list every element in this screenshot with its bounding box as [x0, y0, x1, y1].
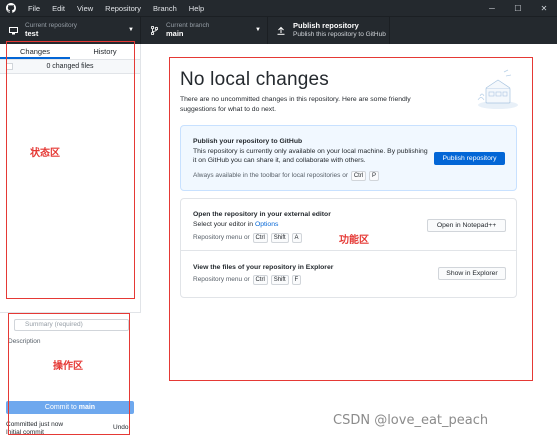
commit-button[interactable]: Commit to main [6, 401, 134, 414]
menu-file[interactable]: File [22, 4, 46, 13]
menu-edit[interactable]: Edit [46, 4, 71, 13]
function-area-label: 功能区 [339, 235, 369, 246]
menu-repository[interactable]: Repository [99, 4, 147, 13]
menu-view[interactable]: View [71, 4, 99, 13]
description-placeholder: Description [8, 338, 41, 345]
editor-heading: Open the repository in your external edi… [193, 211, 331, 218]
publish-card: Publish your repository to GitHub This r… [180, 125, 517, 191]
editor-select-prefix: Select your editor in [193, 221, 255, 228]
last-commit-message: Initial commit [6, 429, 44, 436]
publish-card-hint: Always available in the toolbar for loca… [193, 171, 379, 181]
editor-hint-text: Repository menu or [193, 234, 250, 241]
current-branch-dropdown[interactable]: Current branch main ▼ [141, 17, 268, 44]
minimize-icon[interactable]: ─ [479, 0, 505, 16]
publish-title: Publish repository [293, 21, 359, 31]
actions-card: Open the repository in your external edi… [180, 198, 517, 298]
sidebar-tabs: Changes History [0, 44, 140, 60]
changed-files-count: 0 changed files [46, 63, 94, 70]
publish-card-heading: Publish your repository to GitHub [193, 138, 303, 145]
publish-card-body: This repository is currently only availa… [193, 148, 428, 164]
kbd-ctrl: Ctrl [252, 275, 268, 285]
chevron-down-icon: ▼ [128, 27, 134, 33]
publish-repository-button[interactable]: Publish repository Publish this reposito… [268, 17, 390, 44]
show-in-explorer-button[interactable]: Show in Explorer [438, 267, 506, 280]
options-link[interactable]: Options [255, 221, 278, 228]
open-in-editor-button[interactable]: Open in Notepad++ [427, 219, 506, 232]
publish-subtitle: Publish this repository to GitHub [293, 31, 386, 39]
last-commit-time: Committed just now [6, 421, 64, 428]
watermark: CSDN @love_eat_peach [333, 413, 489, 428]
tab-history[interactable]: History [70, 44, 140, 59]
close-icon[interactable]: ✕ [531, 0, 557, 16]
commit-area: Summary (required) Description Commit to… [0, 312, 141, 442]
repo-name: test [25, 28, 39, 38]
intro-text: There are no uncommitted changes in this… [180, 96, 411, 113]
changed-files-header: 0 changed files [0, 60, 140, 74]
menu-bar: File Edit View Repository Branch Help [22, 0, 210, 16]
menu-help[interactable]: Help [183, 4, 210, 13]
kbd-f: F [291, 275, 302, 285]
branch-icon [147, 26, 161, 35]
page-title: No local changes [180, 69, 329, 90]
branch-name: main [166, 28, 184, 38]
window-controls: ─ ☐ ✕ [479, 0, 557, 16]
commit-button-branch: main [78, 404, 96, 411]
publish-hint-text: Always available in the toolbar for loca… [193, 172, 348, 179]
operation-area-label: 操作区 [53, 361, 83, 372]
publish-repository-card-button[interactable]: Publish repository [434, 152, 505, 165]
sidebar: Changes History 0 changed files Summary … [0, 44, 141, 442]
monitor-icon [6, 26, 20, 35]
toolbar: Current repository test ▼ Current branch… [0, 16, 557, 44]
menu-branch[interactable]: Branch [147, 4, 183, 13]
status-area-label: 状态区 [30, 148, 60, 159]
last-commit-info: Committed just now Initial commit [6, 421, 63, 437]
editor-menu-hint: Repository menu or Ctrl Shift A [193, 233, 302, 243]
upload-icon [274, 26, 288, 35]
explorer-hint-text: Repository menu or [193, 276, 250, 283]
kbd-shift: Shift [270, 233, 289, 243]
tab-changes[interactable]: Changes [0, 44, 70, 59]
kbd-a: A [291, 233, 302, 243]
explorer-menu-hint: Repository menu or Ctrl Shift F [193, 275, 302, 285]
editor-select-text: Select your editor in Options [193, 221, 278, 228]
kbd-ctrl: Ctrl [252, 233, 268, 243]
title-bar: File Edit View Repository Branch Help ─ … [0, 0, 557, 16]
current-repository-dropdown[interactable]: Current repository test ▼ [0, 17, 141, 44]
kbd-shift: Shift [270, 275, 289, 285]
explorer-heading: View the files of your repository in Exp… [193, 264, 334, 271]
github-logo-icon [0, 0, 22, 16]
chevron-down-icon: ▼ [255, 27, 261, 33]
empty-state-illustration [472, 66, 520, 114]
summary-input[interactable]: Summary (required) [14, 319, 129, 331]
explorer-row: View the files of your repository in Exp… [181, 251, 516, 297]
kbd-ctrl: Ctrl [350, 171, 367, 181]
maximize-icon[interactable]: ☐ [505, 0, 531, 16]
undo-button[interactable]: Undo [113, 424, 129, 431]
kbd-p: P [368, 171, 379, 181]
commit-button-prefix: Commit to [44, 404, 79, 411]
